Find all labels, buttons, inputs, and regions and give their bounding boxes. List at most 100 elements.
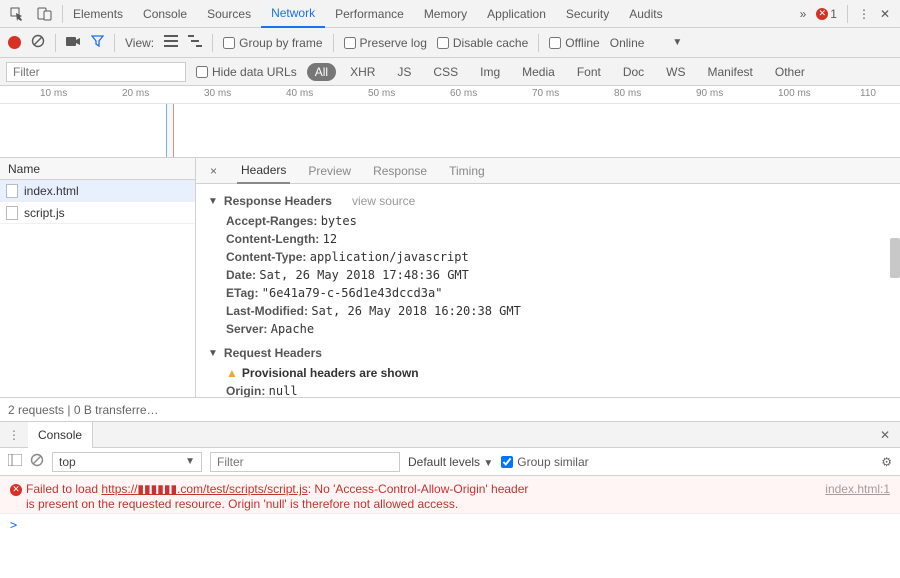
request-headers-section[interactable]: ▼Request Headers (208, 346, 888, 360)
group-similar-checkbox[interactable]: Group similar (501, 455, 588, 469)
separator (114, 34, 115, 52)
tab-memory[interactable]: Memory (414, 0, 477, 28)
filter-type-media[interactable]: Media (514, 63, 563, 81)
levels-select[interactable]: Default levels ▼ (408, 455, 493, 469)
console-error-message: ✕Failed to load https://▮▮▮▮▮▮.com/test/… (0, 476, 900, 514)
filter-type-ws[interactable]: WS (658, 63, 693, 81)
timeline-tick: 100 ms (778, 88, 811, 99)
view-source-link[interactable]: view source (352, 194, 415, 208)
tab-application[interactable]: Application (477, 0, 556, 28)
timeline-tick: 80 ms (614, 88, 641, 99)
filter-type-css[interactable]: CSS (425, 63, 466, 81)
request-name: index.html (24, 184, 79, 198)
response-header-row: ETag: "6e41a79-c-56d1e43dccd3a" (208, 284, 888, 302)
console-drawer-tab[interactable]: Console (28, 422, 93, 448)
disable-cache-checkbox[interactable]: Disable cache (437, 36, 528, 50)
response-header-row: Content-Type: application/javascript (208, 248, 888, 266)
context-select[interactable]: top▼ (52, 452, 202, 472)
detail-tab-timing[interactable]: Timing (445, 158, 489, 184)
tab-console[interactable]: Console (133, 0, 197, 28)
timeline-tick: 110 (860, 88, 876, 99)
timeline-tick: 10 ms (40, 88, 67, 99)
hide-data-urls-checkbox[interactable]: Hide data URLs (196, 65, 297, 79)
console-sidebar-icon[interactable] (8, 454, 22, 469)
timeline-tick: 70 ms (532, 88, 559, 99)
filter-type-doc[interactable]: Doc (615, 63, 652, 81)
kebab-menu-icon[interactable]: ⋮ (858, 7, 870, 21)
timeline-tick: 20 ms (122, 88, 149, 99)
filter-toggle-icon[interactable] (91, 35, 104, 51)
inspect-icon[interactable] (6, 4, 26, 24)
close-devtools-icon[interactable]: ✕ (880, 7, 890, 21)
response-header-row: Accept-Ranges: bytes (208, 212, 888, 230)
filter-type-js[interactable]: JS (389, 63, 419, 81)
throttle-select[interactable]: Online (610, 36, 645, 50)
file-icon (6, 184, 18, 198)
tab-performance[interactable]: Performance (325, 0, 414, 28)
separator (333, 34, 334, 52)
filter-type-img[interactable]: Img (472, 63, 508, 81)
record-icon[interactable] (8, 36, 21, 49)
drawer-menu-icon[interactable]: ⋮ (0, 428, 28, 442)
clear-console-icon[interactable] (30, 453, 44, 470)
response-headers-section[interactable]: ▼Response Headersview source (208, 194, 888, 208)
file-icon (6, 206, 18, 220)
status-bar: 2 requests | 0 B transferre… (0, 398, 900, 422)
provisional-warning: Provisional headers are shown (242, 366, 419, 380)
detail-tab-response[interactable]: Response (369, 158, 431, 184)
chevron-down-icon[interactable]: ▼ (672, 37, 682, 48)
large-rows-icon[interactable] (164, 35, 178, 50)
source-link[interactable]: index.html:1 (825, 482, 890, 496)
console-filter-input[interactable] (210, 452, 400, 472)
response-header-row: Last-Modified: Sat, 26 May 2018 16:20:38… (208, 302, 888, 320)
timeline-tick: 90 ms (696, 88, 723, 99)
camera-icon[interactable] (66, 36, 81, 50)
scrollbar[interactable] (890, 238, 900, 278)
request-row[interactable]: index.html (0, 180, 195, 202)
separator (847, 5, 848, 23)
network-filter-input[interactable] (6, 62, 186, 82)
tab-audits[interactable]: Audits (619, 0, 672, 28)
timeline-tick: 50 ms (368, 88, 395, 99)
detail-tab-headers[interactable]: Headers (237, 158, 290, 184)
error-count-badge[interactable]: ✕1 (816, 7, 837, 21)
filter-type-font[interactable]: Font (569, 63, 609, 81)
response-header-row: Content-Length: 12 (208, 230, 888, 248)
tab-elements[interactable]: Elements (63, 0, 133, 28)
response-header-row: Server: Apache (208, 320, 888, 338)
request-name: script.js (24, 206, 65, 220)
device-icon[interactable] (34, 4, 54, 24)
gear-icon[interactable]: ⚙ (881, 455, 892, 469)
group-by-frame-checkbox[interactable]: Group by frame (223, 36, 322, 50)
response-header-row: Date: Sat, 26 May 2018 17:48:36 GMT (208, 266, 888, 284)
timeline-tick: 40 ms (286, 88, 313, 99)
warning-icon: ▲ (226, 366, 238, 380)
filter-type-all[interactable]: All (307, 63, 336, 81)
console-prompt[interactable]: > (0, 514, 900, 536)
timeline-marker[interactable] (166, 104, 174, 157)
request-header-row: Origin: null (208, 382, 888, 397)
filter-type-manifest[interactable]: Manifest (700, 63, 761, 81)
timeline-tick: 30 ms (204, 88, 231, 99)
view-label: View: (125, 36, 154, 50)
tab-security[interactable]: Security (556, 0, 619, 28)
close-details-icon[interactable]: × (204, 164, 223, 178)
tab-network[interactable]: Network (261, 0, 325, 28)
detail-tab-preview[interactable]: Preview (304, 158, 355, 184)
offline-checkbox[interactable]: Offline (549, 36, 599, 50)
tab-sources[interactable]: Sources (197, 0, 261, 28)
clear-icon[interactable] (31, 34, 45, 51)
error-icon: ✕ (10, 484, 22, 496)
request-row[interactable]: script.js (0, 202, 195, 224)
filter-type-xhr[interactable]: XHR (342, 63, 383, 81)
filter-type-other[interactable]: Other (767, 63, 813, 81)
separator (55, 34, 56, 52)
timeline-tick: 60 ms (450, 88, 477, 99)
separator (538, 34, 539, 52)
preserve-log-checkbox[interactable]: Preserve log (344, 36, 427, 50)
more-tabs-icon[interactable]: » (800, 7, 807, 21)
waterfall-icon[interactable] (188, 35, 202, 50)
close-drawer-icon[interactable]: ✕ (870, 428, 900, 442)
name-column-header[interactable]: Name (0, 158, 195, 180)
separator (212, 34, 213, 52)
